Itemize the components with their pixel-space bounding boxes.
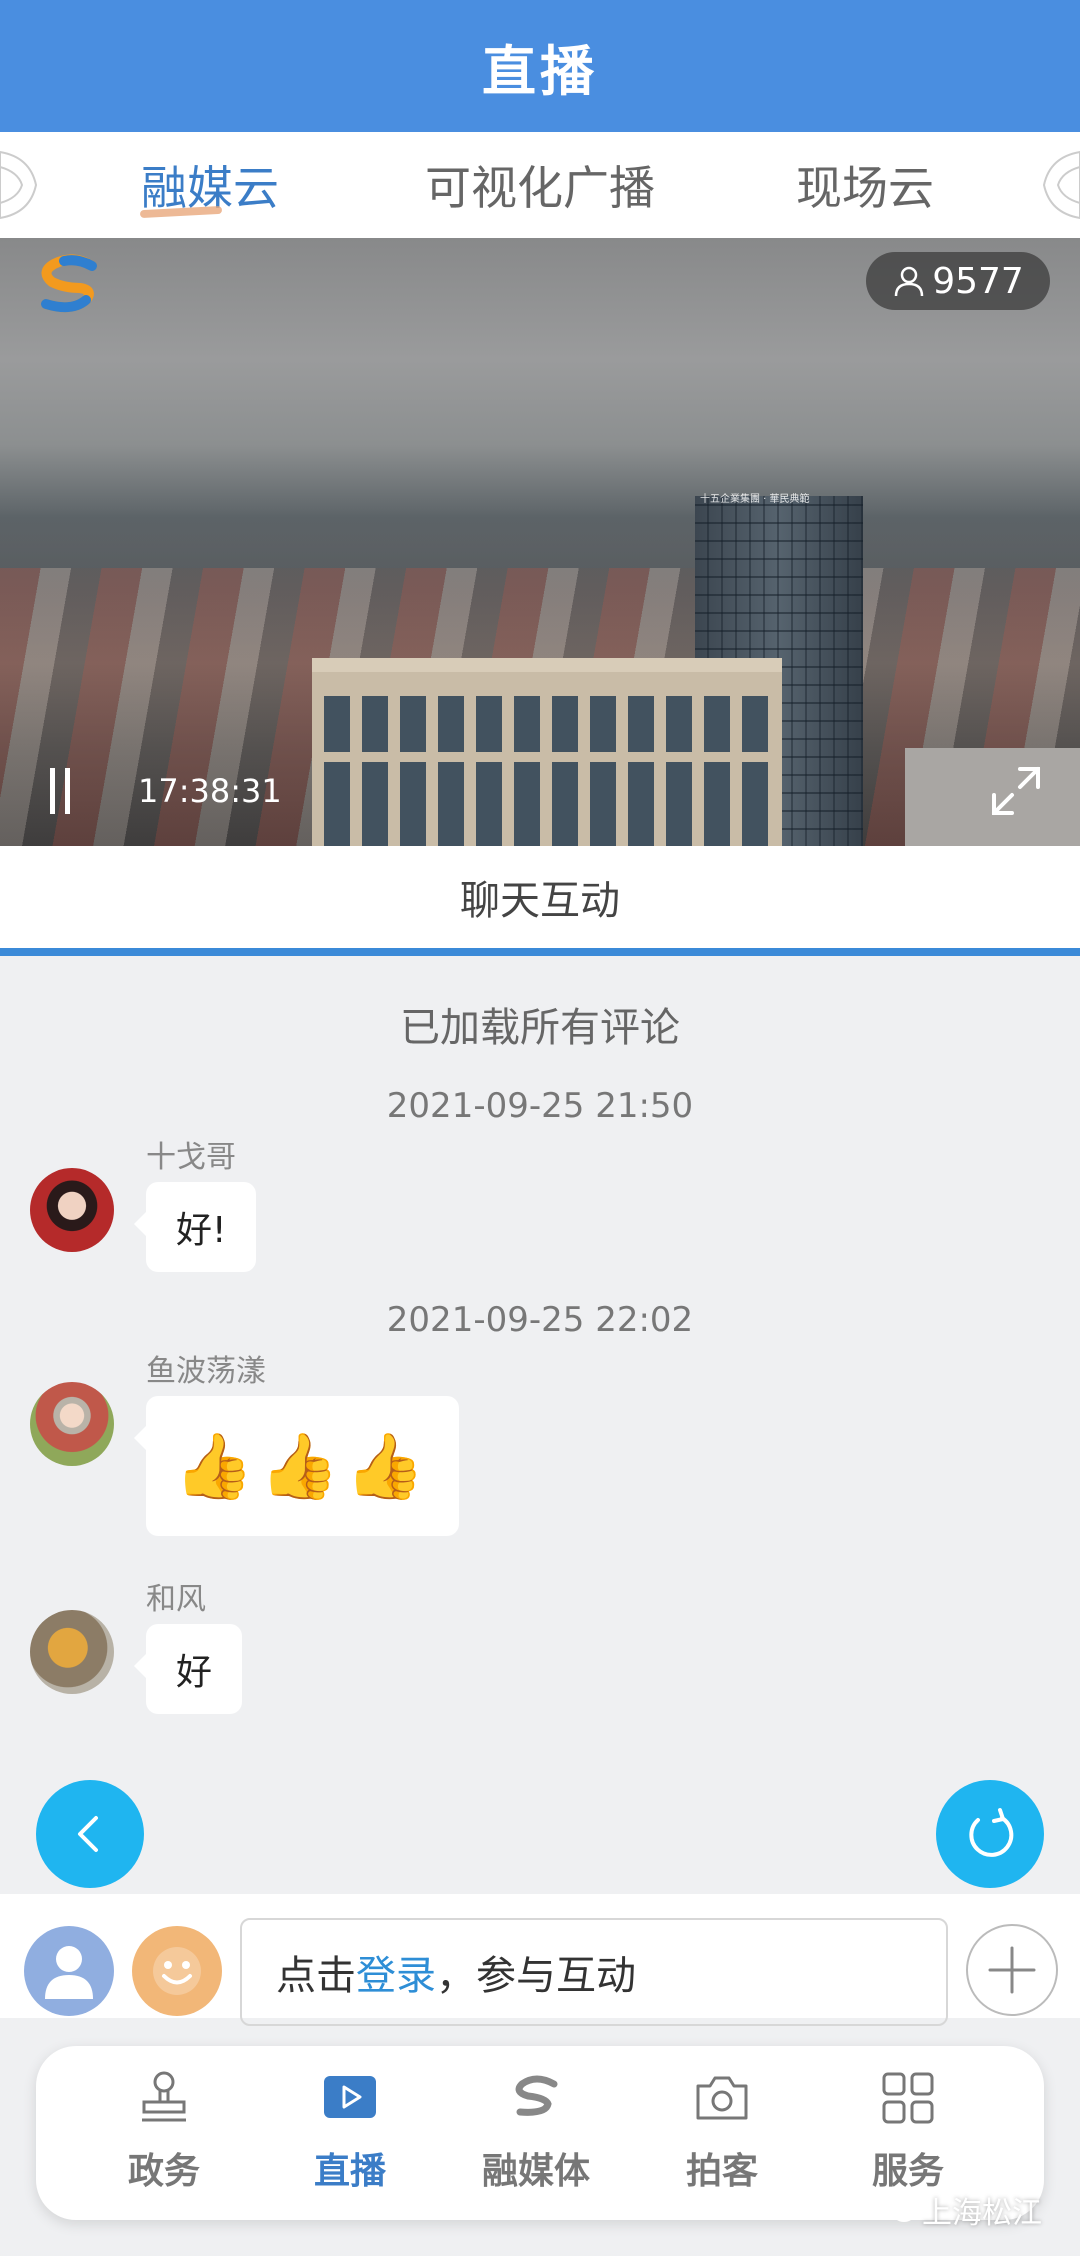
ornament-left-icon (0, 150, 38, 220)
login-avatar-button[interactable] (24, 1926, 114, 2016)
nav-item-government[interactable]: 政务 (84, 2068, 244, 2208)
chat-timestamp: 2021-09-25 22:02 (386, 1300, 694, 1340)
grid-icon (882, 2072, 934, 2124)
login-link[interactable]: 登录 (356, 1943, 436, 2001)
chat-username: 十戈哥 (146, 1140, 236, 1175)
avatar[interactable] (30, 1168, 114, 1252)
chevron-left-icon (78, 1816, 98, 1852)
refresh-button[interactable] (936, 1780, 1044, 1888)
watermark: 上海松江 (880, 2188, 1042, 2232)
stamp-icon (142, 2071, 186, 2122)
tab-live-cloud[interactable]: 现场云 (770, 132, 960, 238)
play-icon (324, 2076, 376, 2118)
user-icon (45, 1946, 93, 1999)
chat-username: 和风 (146, 1582, 206, 1617)
fullscreen-icon[interactable] (990, 765, 1042, 817)
viewer-count: 9577 (932, 260, 1024, 302)
user-icon (894, 266, 924, 297)
tab-rongmeiyun[interactable]: 融媒云 (110, 132, 310, 238)
page-title: 直播 (482, 39, 598, 103)
plus-icon (988, 1946, 1036, 1994)
video-building (312, 658, 782, 846)
tower-sign: 十五企業集團 · 華民典範 (700, 494, 810, 505)
nav-item-services[interactable]: 服务 (828, 2068, 988, 2208)
avatar[interactable] (30, 1610, 114, 1694)
avatar[interactable] (30, 1382, 114, 1466)
video-timecode: 17:38:31 (138, 772, 282, 810)
pause-button[interactable] (50, 768, 80, 814)
live-video-player[interactable]: 十五企業集團 · 華民典範 (0, 238, 1080, 846)
chat-username: 鱼波荡漾 (146, 1354, 266, 1389)
viewer-count-badge: 9577 (866, 252, 1050, 310)
chat-message-bubble: 好 (133, 1624, 243, 1714)
back-button[interactable] (36, 1780, 144, 1888)
tab-label: 现场云 (796, 161, 934, 215)
refresh-icon (969, 1808, 1014, 1857)
all-comments-loaded: 已加载所有评论 (400, 1005, 680, 1051)
emoji-button[interactable] (132, 1926, 222, 2016)
brand-s-icon (515, 2075, 558, 2116)
live-tabs: 融媒云 可视化广播 现场云 (0, 132, 1080, 238)
tab-visual-broadcast[interactable]: 可视化广播 (400, 132, 680, 238)
app-header: 直播 (0, 0, 1080, 132)
chat-message-bubble: 好! (133, 1182, 257, 1272)
chat-timestamp: 2021-09-25 21:50 (386, 1086, 694, 1126)
tab-chat-interaction[interactable]: 聊天互动 (0, 846, 1080, 956)
smiley-icon (153, 1947, 201, 1995)
nav-item-media[interactable]: 融媒体 (456, 2068, 616, 2208)
nav-item-photo[interactable]: 拍客 (642, 2068, 802, 2208)
add-button[interactable] (966, 1924, 1058, 2016)
chat-message-bubble: 👍👍👍 (133, 1396, 460, 1536)
pause-icon (50, 768, 55, 814)
channel-logo-icon (41, 254, 97, 313)
tab-label: 可视化广播 (425, 161, 655, 215)
comment-input[interactable]: 点击 登录 ，参与互动 (240, 1918, 948, 2026)
wechat-icon (881, 2196, 915, 2222)
nav-item-live[interactable]: 直播 (270, 2068, 430, 2208)
camera-icon (696, 2076, 748, 2120)
ornament-right-icon (1042, 150, 1080, 220)
